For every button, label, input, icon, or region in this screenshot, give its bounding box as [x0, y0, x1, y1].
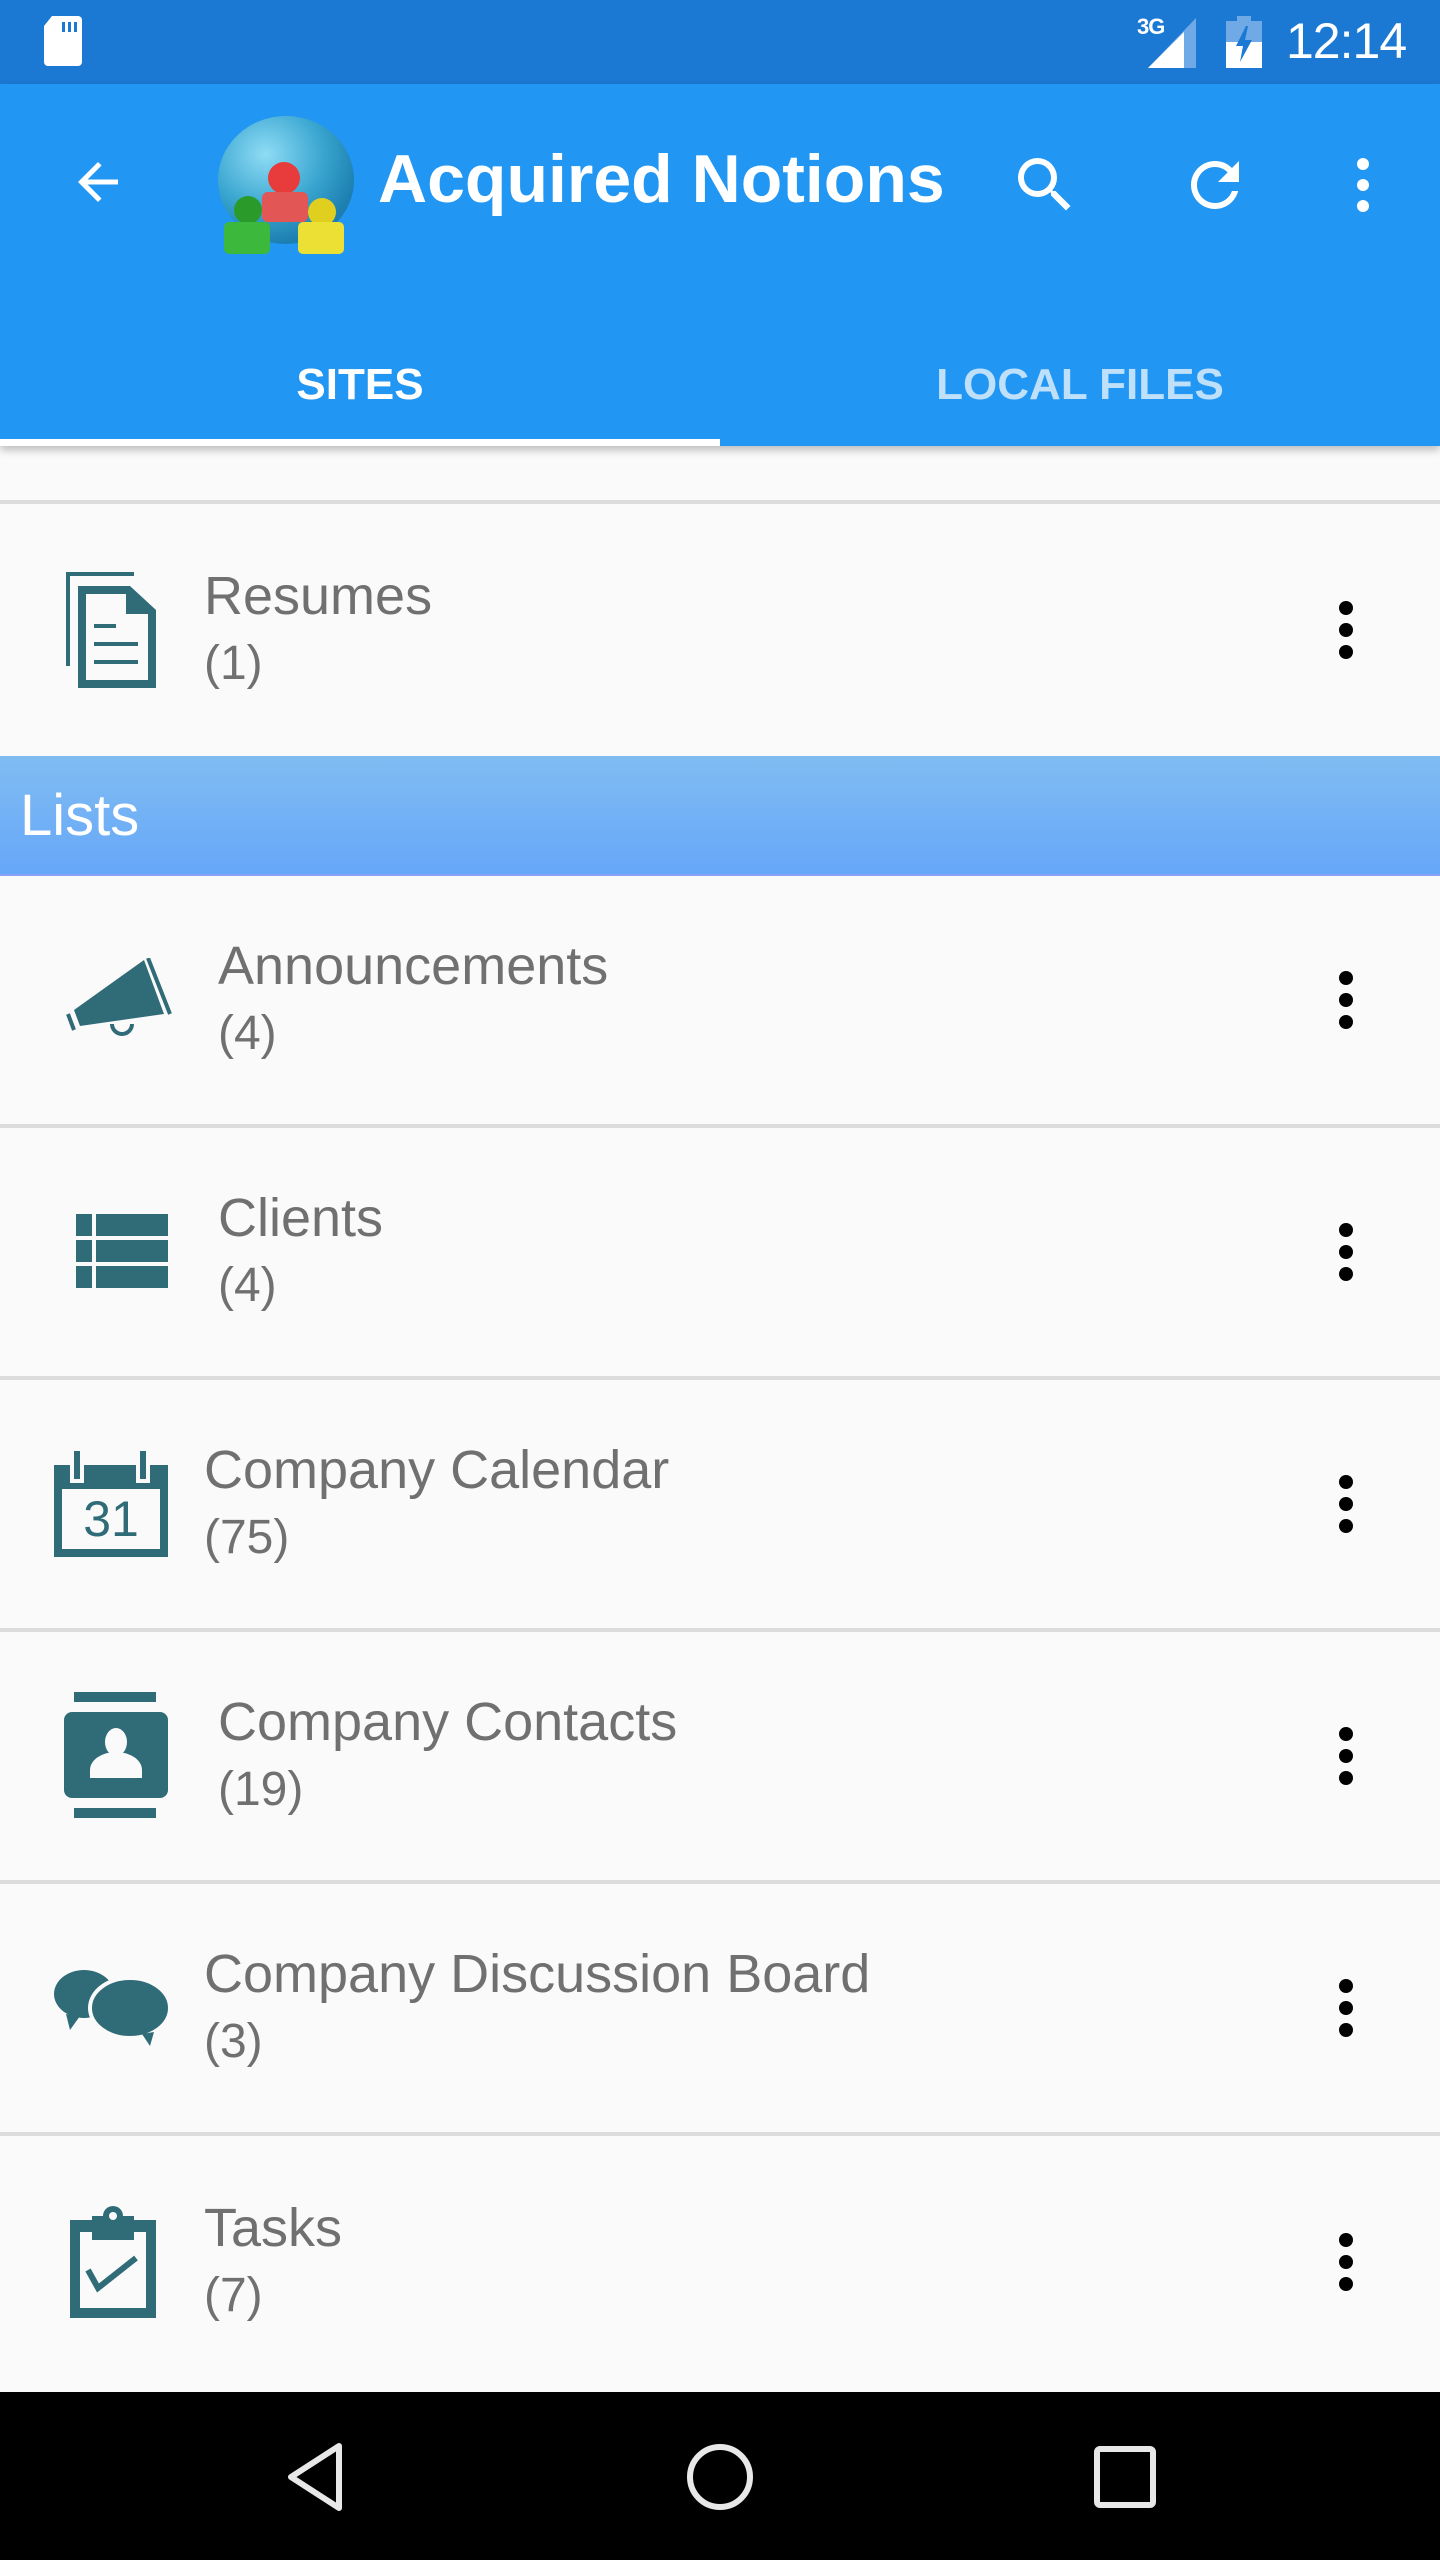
- nav-recents-icon: [1094, 2446, 1156, 2508]
- tab-sites-label: SITES: [296, 360, 424, 409]
- back-button[interactable]: [60, 144, 136, 220]
- clock: 12:14: [1286, 13, 1407, 69]
- item-overflow-menu[interactable]: [1316, 1706, 1376, 1806]
- app-title: Acquired Notions: [378, 141, 945, 217]
- list-table-icon: [76, 1214, 168, 1288]
- list-top-spacer: [0, 446, 1440, 504]
- section-header-lists: Lists: [0, 756, 1440, 876]
- tab-local-files-label: LOCAL FILES: [936, 360, 1224, 409]
- item-title: Tasks: [204, 2198, 343, 2258]
- nav-home-icon: [687, 2444, 753, 2510]
- sd-card-icon: [44, 16, 82, 66]
- item-title: Resumes: [204, 566, 433, 626]
- item-count: (19): [218, 1763, 304, 1816]
- item-count: (3): [204, 2015, 263, 2068]
- signal-icon: [1148, 18, 1196, 68]
- list-item-company-contacts[interactable]: Company Contacts (19): [0, 1632, 1440, 1884]
- list-item-company-discussion-board[interactable]: Company Discussion Board (3): [0, 1884, 1440, 2136]
- list-item-tasks[interactable]: Tasks (7): [0, 2136, 1440, 2388]
- list-item-company-calendar[interactable]: 31 Company Calendar (75): [0, 1380, 1440, 1632]
- search-icon: [1018, 158, 1071, 211]
- calendar-day: 31: [83, 1491, 139, 1547]
- more-vert-icon: [1339, 971, 1353, 985]
- more-vert-icon: [1339, 1727, 1353, 1741]
- item-overflow-menu[interactable]: [1316, 2212, 1376, 2312]
- search-button[interactable]: [1000, 140, 1090, 230]
- more-vert-icon: [1339, 1475, 1353, 1489]
- nav-back-button[interactable]: [270, 2432, 360, 2522]
- more-options-button[interactable]: [1318, 140, 1408, 230]
- tab-local-files[interactable]: LOCAL FILES: [720, 344, 1440, 446]
- megaphone-icon: [66, 958, 172, 1036]
- tab-indicator: [0, 439, 720, 446]
- app-logo: [218, 116, 354, 254]
- item-overflow-menu[interactable]: [1316, 1454, 1376, 1554]
- status-bar: 3G 12:14: [0, 0, 1440, 84]
- site-content-list[interactable]: Resumes (1) Lists Announcements (4) Clie…: [0, 446, 1440, 2392]
- chat-bubbles-icon: [54, 1970, 170, 2046]
- more-vert-icon: [1339, 1223, 1353, 1237]
- item-title: Company Discussion Board: [204, 1944, 871, 2004]
- item-title: Company Calendar: [204, 1440, 670, 1500]
- tab-bar: SITES LOCAL FILES: [0, 344, 1440, 446]
- item-title: Clients: [218, 1188, 384, 1248]
- more-vert-icon: [1357, 158, 1369, 212]
- item-count: (4): [218, 1007, 277, 1060]
- item-count: (4): [218, 1259, 277, 1312]
- refresh-icon: [1191, 161, 1239, 209]
- nav-back-icon: [288, 2443, 342, 2511]
- list-item-clients[interactable]: Clients (4): [0, 1128, 1440, 1380]
- contact-card-icon: [64, 1692, 168, 1818]
- item-overflow-menu[interactable]: [1316, 1202, 1376, 1302]
- nav-recents-button[interactable]: [1080, 2432, 1170, 2522]
- item-count: (75): [204, 1511, 290, 1564]
- documents-icon: [66, 572, 156, 688]
- item-overflow-menu[interactable]: [1316, 950, 1376, 1050]
- system-nav-bar: [0, 2392, 1440, 2560]
- calendar-icon: 31: [54, 1451, 168, 1557]
- app-bar: Acquired Notions SITES LOCAL FILES: [0, 84, 1440, 446]
- item-count: (1): [204, 637, 263, 690]
- more-vert-icon: [1339, 2233, 1353, 2247]
- list-item-announcements[interactable]: Announcements (4): [0, 876, 1440, 1128]
- arrow-back-icon: [78, 162, 118, 202]
- section-header-title: Lists: [20, 782, 140, 848]
- nav-home-button[interactable]: [675, 2432, 765, 2522]
- item-count: (7): [204, 2269, 263, 2322]
- list-item-resumes[interactable]: Resumes (1): [0, 504, 1440, 756]
- refresh-button[interactable]: [1170, 140, 1260, 230]
- item-title: Company Contacts: [218, 1692, 678, 1752]
- more-vert-icon: [1339, 1979, 1353, 1993]
- tab-sites[interactable]: SITES: [0, 344, 720, 446]
- item-overflow-menu[interactable]: [1316, 580, 1376, 680]
- item-overflow-menu[interactable]: [1316, 1958, 1376, 2058]
- battery-charging-icon: [1226, 16, 1262, 68]
- more-vert-icon: [1339, 601, 1353, 615]
- clipboard-check-icon: [70, 2206, 156, 2318]
- item-title: Announcements: [218, 936, 609, 996]
